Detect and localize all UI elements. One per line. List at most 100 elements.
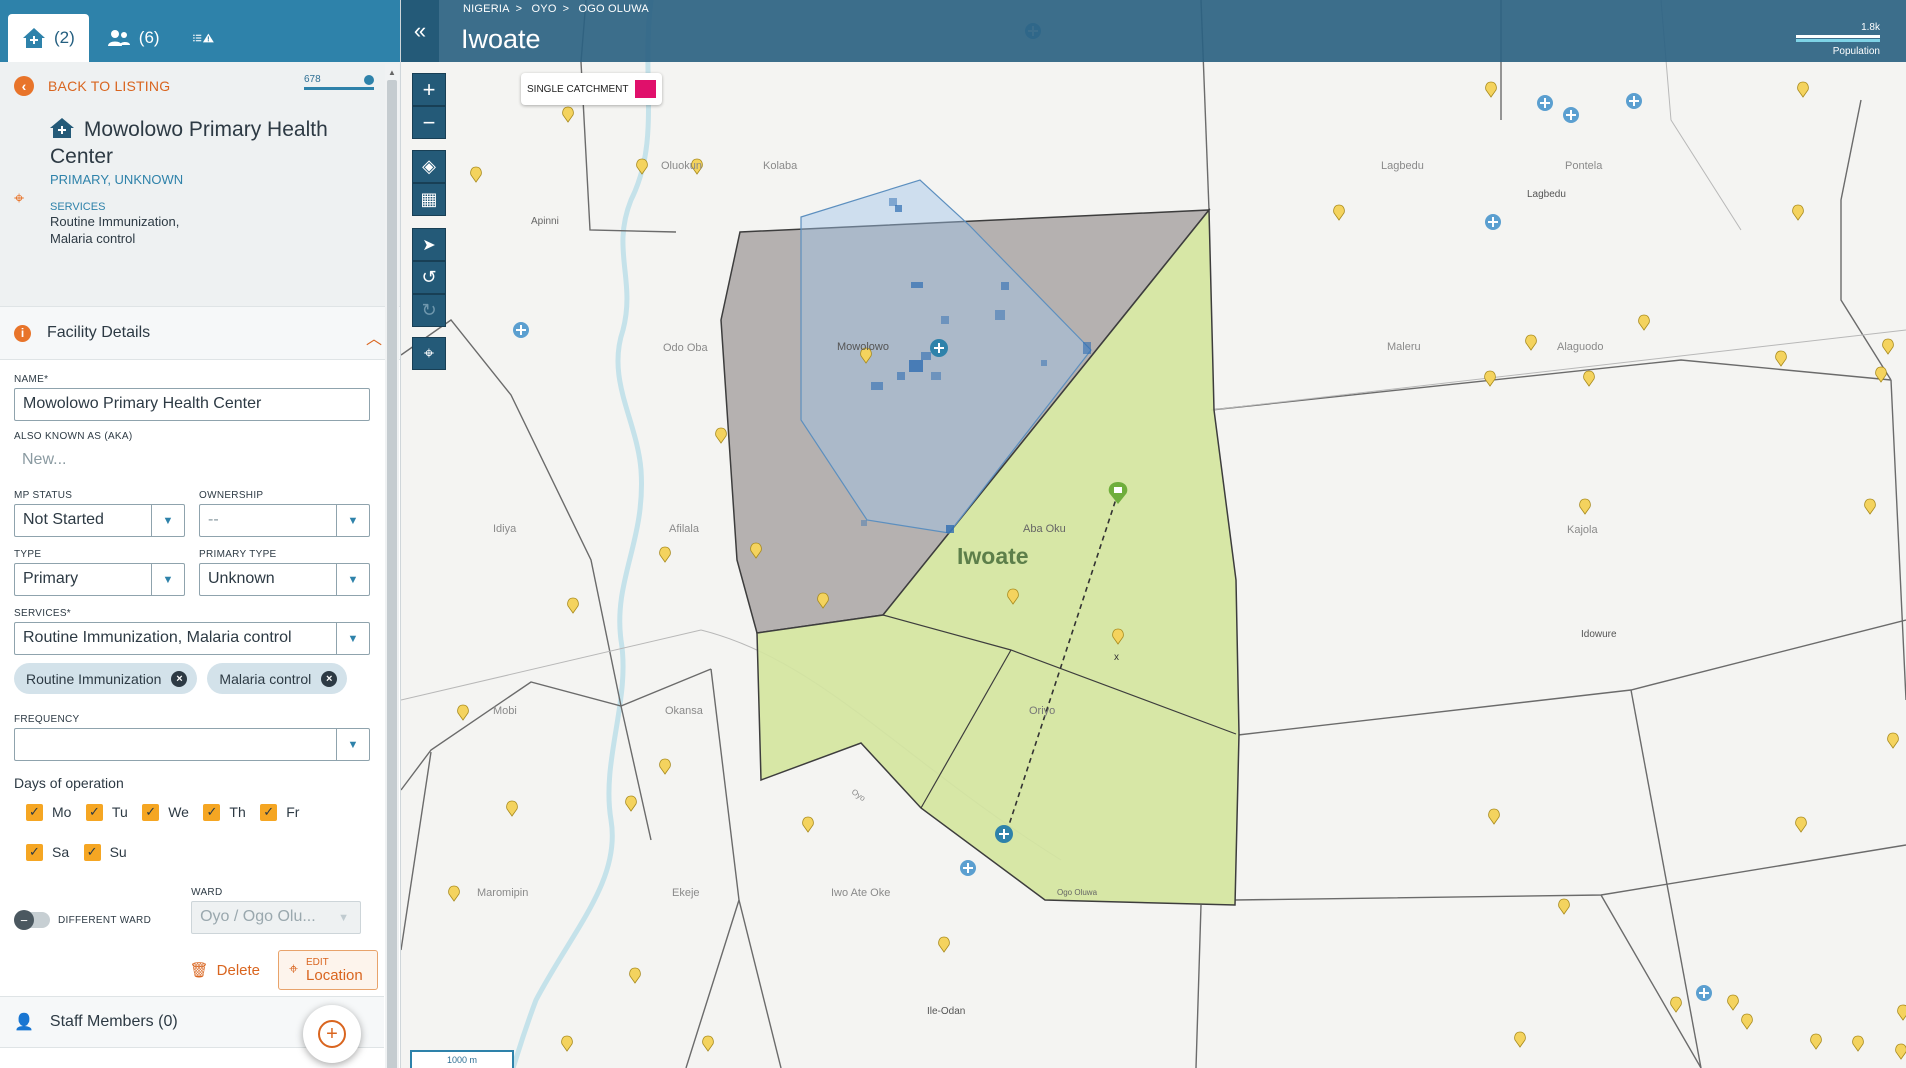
day-su[interactable]: ✓ Su [83,843,127,861]
settlement-marker-icon[interactable] [659,758,671,775]
day-we[interactable]: ✓ We [142,803,189,821]
locate-facility-icon[interactable]: ⌖ [14,188,24,209]
basemap-button[interactable]: ▦ [412,183,446,216]
different-ward-toggle[interactable]: − [14,910,50,930]
settlement-marker-icon[interactable] [802,816,814,833]
settlement-marker-icon[interactable] [1741,1013,1753,1030]
back-to-listing[interactable]: ‹ BACK TO LISTING 678 [0,62,400,110]
map-view[interactable]: Oyo Ogo Oluwa x Oluokun Kolaba Apinni Od… [401,0,1906,1068]
settlement-marker-icon[interactable] [1638,314,1650,331]
settlement-marker-icon[interactable] [1525,334,1537,351]
tab-issues[interactable] [178,14,238,62]
chevron-up-icon[interactable]: ︿ [366,325,382,349]
tab-teams[interactable]: (6) [93,14,174,62]
remove-chip-icon[interactable]: × [171,670,188,687]
settlement-marker-icon[interactable] [750,542,762,559]
services-select[interactable]: Routine Immunization, Malaria control ▼ [14,622,370,655]
sidebar-scrollbar[interactable]: ▲ [385,64,399,1068]
settlement-marker-icon[interactable] [1795,816,1807,833]
settlement-marker-icon[interactable] [1670,996,1682,1013]
add-button[interactable]: + [303,1005,361,1063]
tab-facilities[interactable]: (2) [8,14,89,62]
health-facility-marker-icon[interactable] [513,322,529,338]
zoom-in-button[interactable]: + [412,73,446,106]
settlement-marker-icon[interactable] [659,546,671,563]
health-facility-marker-icon[interactable] [1626,93,1642,109]
settlement-marker-icon[interactable] [567,597,579,614]
settlement-marker-icon[interactable] [448,885,460,902]
selected-facility-marker[interactable] [930,339,948,357]
settlement-marker-icon[interactable] [629,967,641,984]
settlement-marker-icon[interactable] [1852,1035,1864,1052]
settlement-marker-icon[interactable] [1514,1031,1526,1048]
ownership-select[interactable]: -- ▼ [199,504,370,537]
health-facility-marker-icon[interactable] [1696,985,1712,1001]
settlement-marker-icon[interactable] [1558,898,1570,915]
settlement-marker-icon[interactable] [702,1035,714,1052]
collapse-sidebar-button[interactable]: « [401,0,439,62]
flag-marker-icon[interactable] [1108,482,1128,504]
select-tool-button[interactable]: ➤ [412,228,446,261]
settlement-marker-icon[interactable] [636,158,648,175]
settlement-marker-icon[interactable] [470,166,482,183]
day-mo[interactable]: ✓ Mo [26,803,71,821]
scrollbar-thumb[interactable] [387,80,397,1068]
aka-field[interactable]: New... [14,445,370,478]
redo-button[interactable]: ↻ [412,294,446,327]
day-tu[interactable]: ✓ Tu [85,803,128,821]
day-fr[interactable]: ✓ Fr [260,803,299,821]
settlement-marker-icon[interactable] [1875,366,1887,383]
edit-location-button[interactable]: ⌖ EDIT Location [278,950,378,990]
name-field[interactable]: Mowolowo Primary Health Center [14,388,370,421]
settlement-marker-icon[interactable] [715,427,727,444]
settlement-marker-icon[interactable] [1887,732,1899,749]
primary-type-select[interactable]: Unknown ▼ [199,563,370,596]
layers-button[interactable]: ◈ [412,150,446,183]
catchment-legend[interactable]: SINGLE CATCHMENT [521,73,662,105]
settlement-marker-icon[interactable] [1112,628,1124,645]
settlement-marker-icon[interactable] [625,795,637,812]
facility-details-header[interactable]: i Facility Details ︿ [0,306,400,360]
settlement-marker-icon[interactable] [1882,338,1894,355]
settlement-marker-icon[interactable] [1007,588,1019,605]
settlement-marker-icon[interactable] [1775,350,1787,367]
day-th[interactable]: ✓ Th [203,803,246,821]
day-sa[interactable]: ✓ Sa [26,843,69,861]
health-facility-marker-icon[interactable] [1537,95,1553,111]
health-facility-marker-icon[interactable] [1485,214,1501,230]
settlement-marker-icon[interactable] [457,704,469,721]
settlement-marker-icon[interactable] [1897,1004,1906,1021]
settlement-marker-icon[interactable] [1810,1033,1822,1050]
undo-button[interactable]: ↺ [412,261,446,294]
frequency-select[interactable]: ▼ [14,728,370,761]
health-facility-marker-icon[interactable] [1563,107,1579,123]
remove-chip-icon[interactable]: × [321,670,338,687]
type-select[interactable]: Primary ▼ [14,563,185,596]
zoom-out-button[interactable]: − [412,106,446,139]
settlement-marker-icon[interactable] [1727,994,1739,1011]
settlement-marker-icon[interactable] [1792,204,1804,221]
delete-button[interactable]: 🗑 Delete [190,961,260,980]
breadcrumb-item[interactable]: OYO [532,3,557,15]
settlement-marker-icon[interactable] [1484,370,1496,387]
settlement-marker-icon[interactable] [562,106,574,123]
mp-status-select[interactable]: Not Started ▼ [14,504,185,537]
settlement-marker-icon[interactable] [817,592,829,609]
scroll-up-icon[interactable]: ▲ [388,68,396,77]
settlement-marker-icon[interactable] [1864,498,1876,515]
settlement-marker-icon[interactable] [1797,81,1809,98]
settlement-marker-icon[interactable] [561,1035,573,1052]
settlement-marker-icon[interactable] [1488,808,1500,825]
locate-button[interactable]: ⌖ [412,337,446,370]
settlement-marker-icon[interactable] [506,800,518,817]
facility-marker-blue[interactable] [995,825,1013,843]
health-facility-marker-icon[interactable] [960,860,976,876]
settlement-marker-icon[interactable] [1583,370,1595,387]
settlement-marker-icon[interactable] [1485,81,1497,98]
breadcrumb-item[interactable]: NIGERIA [463,3,510,15]
settlement-marker-icon[interactable] [1895,1043,1906,1060]
settlement-marker-icon[interactable] [1579,498,1591,515]
settlement-marker-icon[interactable] [938,936,950,953]
settlement-marker-icon[interactable] [1333,204,1345,221]
settlement-markers[interactable] [448,65,1906,1068]
